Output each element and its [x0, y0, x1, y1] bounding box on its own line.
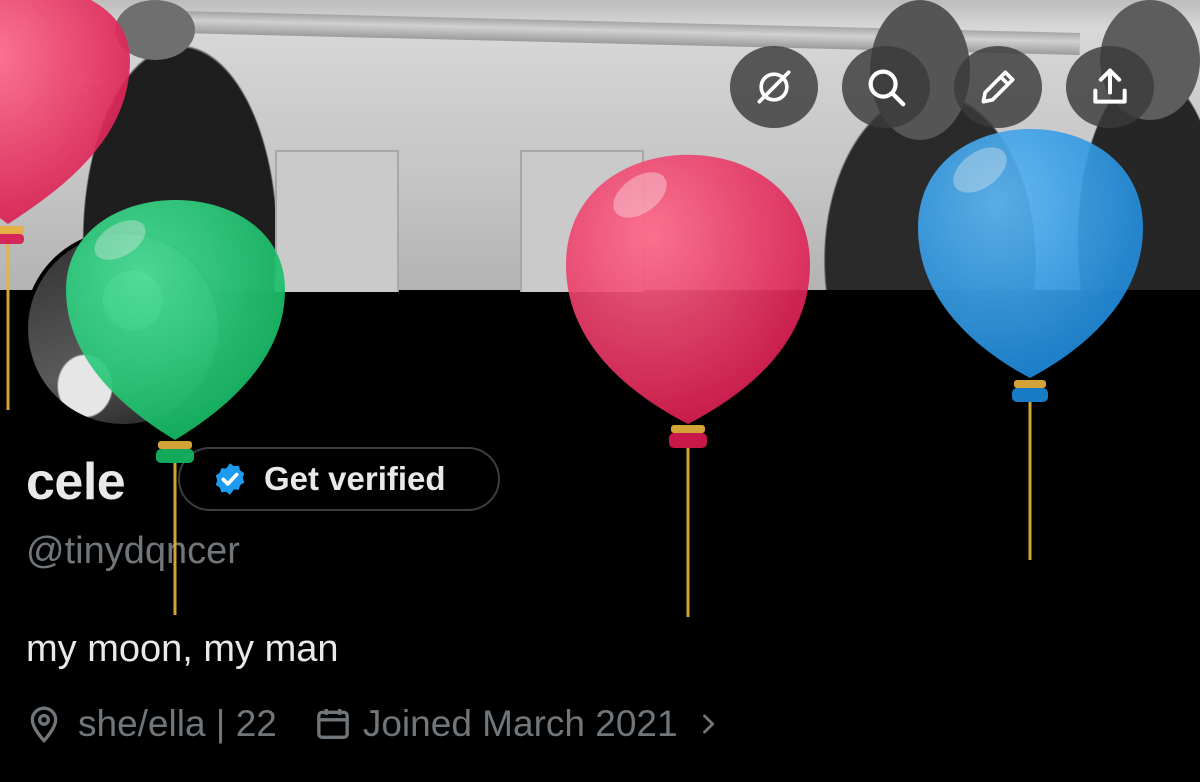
- display-name: cele: [26, 453, 126, 511]
- avatar[interactable]: [24, 230, 222, 428]
- location-pin-icon: [30, 706, 58, 744]
- profile-meta: she/ella | 22 Joined March 2021: [24, 700, 722, 748]
- banner-door: [275, 150, 399, 292]
- eye-off-icon: [757, 70, 791, 104]
- arrow-left-icon: [74, 68, 106, 96]
- mute-button[interactable]: [730, 46, 818, 128]
- chevron-right-icon[interactable]: [694, 710, 722, 738]
- verified-badge-icon: [215, 463, 245, 495]
- calendar-icon: [317, 709, 349, 739]
- share-button[interactable]: [1066, 46, 1154, 128]
- get-verified-button[interactable]: Get verified: [178, 447, 500, 511]
- search-button[interactable]: [842, 46, 930, 128]
- pencil-icon: [981, 70, 1015, 104]
- back-button[interactable]: [58, 50, 122, 114]
- profile-banner[interactable]: [0, 0, 1200, 292]
- handle: @tinydqncer: [26, 530, 240, 572]
- joined-date[interactable]: Joined March 2021: [363, 703, 678, 745]
- search-icon: [868, 69, 906, 107]
- banner-person: [115, 0, 195, 60]
- banner-door: [520, 150, 644, 292]
- pronouns-age: she/ella | 22: [78, 703, 277, 744]
- edit-button[interactable]: [954, 46, 1042, 128]
- share-icon: [1093, 68, 1127, 104]
- get-verified-label: Get verified: [264, 460, 446, 497]
- bio: my moon, my man: [26, 628, 339, 670]
